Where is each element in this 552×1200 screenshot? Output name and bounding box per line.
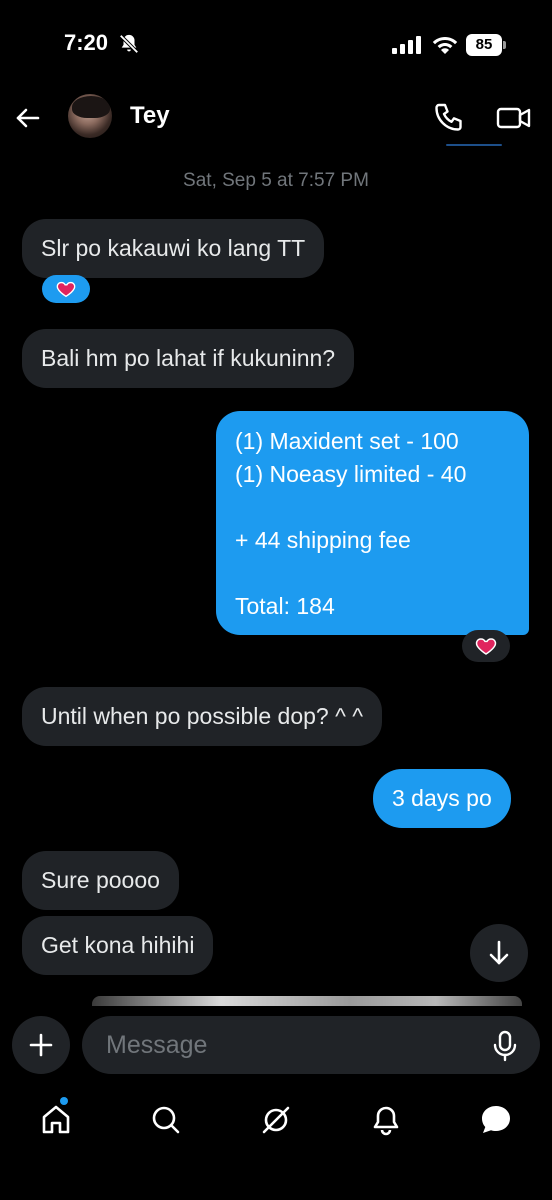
battery-indicator: 85 <box>466 34 506 56</box>
message-input[interactable] <box>82 1016 540 1074</box>
microphone-icon[interactable] <box>490 1030 520 1062</box>
status-bar: 7:20 85 <box>0 0 552 90</box>
home-icon[interactable] <box>36 1100 76 1140</box>
header-divider <box>446 144 502 146</box>
arrow-down-icon <box>489 940 509 965</box>
message-bubble-outgoing[interactable]: 3 days po <box>373 769 511 828</box>
messages-icon[interactable] <box>476 1100 516 1140</box>
message-bubble-incoming[interactable]: Slr po kakauwi ko lang TT <box>22 219 325 278</box>
message-bubble-incoming[interactable]: Sure poooo <box>22 851 179 910</box>
wifi-icon <box>432 37 458 54</box>
message-bubble-incoming[interactable]: Get kona hihihi <box>22 916 214 975</box>
back-arrow-icon[interactable] <box>12 102 44 134</box>
video-camera-icon[interactable] <box>494 100 534 136</box>
message-bubble-incoming[interactable]: Until when po possible dop? ^ ^ <box>22 687 383 746</box>
conversation-header: Tey <box>0 90 552 146</box>
contact-name[interactable]: Tey <box>130 102 170 130</box>
heart-reaction[interactable] <box>42 275 90 303</box>
status-time: 7:20 <box>64 30 109 55</box>
message-bubble-incoming[interactable]: Bali hm po lahat if kukuninn? <box>22 329 355 388</box>
bell-icon[interactable] <box>366 1100 406 1140</box>
grok-icon[interactable] <box>256 1100 296 1140</box>
image-attachment-preview[interactable] <box>92 996 522 1006</box>
heart-icon <box>56 281 76 298</box>
add-attachment-button[interactable] <box>12 1016 70 1074</box>
heart-reaction[interactable] <box>462 630 510 662</box>
scroll-to-bottom-button[interactable] <box>470 924 528 982</box>
bottom-navigation <box>0 1088 552 1152</box>
bell-muted-icon <box>119 34 139 54</box>
message-timestamp: Sat, Sep 5 at 7:57 PM <box>183 170 369 191</box>
contact-avatar[interactable] <box>68 94 112 138</box>
notification-dot <box>60 1097 68 1105</box>
phone-icon[interactable] <box>430 100 466 136</box>
cell-signal-icon <box>392 36 421 54</box>
message-bubble-outgoing[interactable]: (1) Maxident set - 100 (1) Noeasy limite… <box>216 411 529 635</box>
search-icon[interactable] <box>146 1100 186 1140</box>
plus-icon <box>29 1033 53 1057</box>
heart-icon <box>475 638 497 655</box>
